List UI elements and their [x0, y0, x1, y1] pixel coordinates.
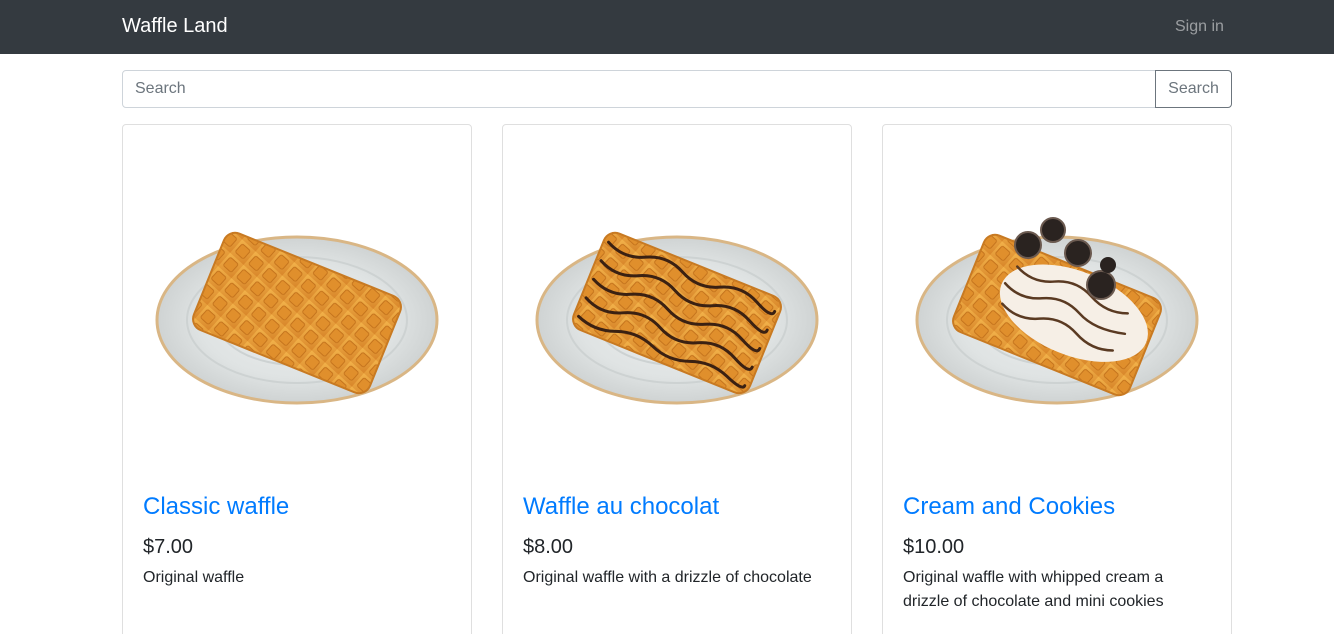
- brand-link[interactable]: Waffle Land: [122, 14, 228, 38]
- product-card[interactable]: Waffle au chocolat $8.00 Original waffle…: [502, 124, 852, 634]
- product-title[interactable]: Classic waffle: [143, 492, 289, 522]
- product-price: $7.00: [143, 536, 194, 558]
- product-description: Original waffle with whipped cream a dri…: [903, 569, 1164, 610]
- search-input[interactable]: [122, 70, 1157, 108]
- product-card[interactable]: Classic waffle $7.00 Original waffle: [122, 124, 472, 634]
- product-title[interactable]: Cream and Cookies: [903, 492, 1115, 522]
- cream-cookies-waffle-icon: [915, 217, 1199, 405]
- product-card[interactable]: Cream and Cookies $10.00 Original waffle…: [882, 124, 1232, 634]
- product-price: $10.00: [903, 536, 965, 558]
- product-title[interactable]: Waffle au chocolat: [523, 492, 719, 522]
- product-price: $8.00: [523, 536, 574, 558]
- product-description: Original waffle with a drizzle of chocol…: [523, 569, 812, 586]
- product-description: Original waffle: [143, 569, 245, 586]
- classic-waffle-icon: [155, 231, 439, 405]
- sign-in-link[interactable]: Sign in: [1175, 17, 1224, 37]
- chocolate-waffle-icon: [535, 231, 819, 405]
- search-button[interactable]: Search: [1155, 70, 1232, 108]
- navbar: Waffle Land Sign in: [0, 0, 1334, 54]
